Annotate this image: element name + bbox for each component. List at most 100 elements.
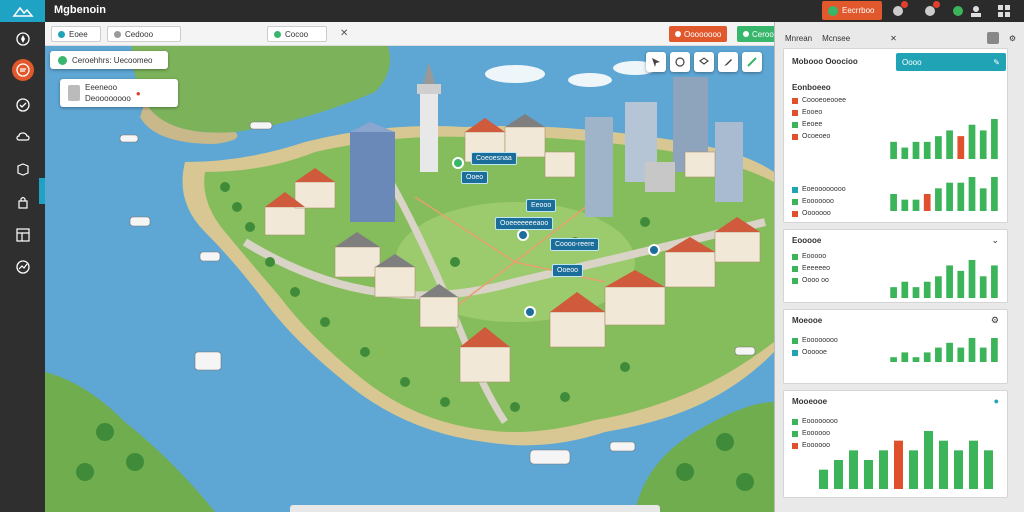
map-info-card-1[interactable]: Ceroehhrs: Uecoomeo xyxy=(50,51,168,69)
card-4-title: Mooeooe xyxy=(792,397,828,406)
map-marker[interactable] xyxy=(524,306,536,318)
sidebar-item-chat[interactable] xyxy=(0,55,45,85)
chart-bar xyxy=(901,199,909,211)
map-horizontal-scrollbar[interactable] xyxy=(290,505,660,512)
circle-icon xyxy=(675,31,681,37)
avatar[interactable] xyxy=(986,32,999,44)
map-info-card-2[interactable]: Eeeneoo Deoooooooo ● xyxy=(60,79,178,107)
check-icon xyxy=(15,98,30,112)
toolbar-field-3[interactable]: Cocoo xyxy=(267,26,327,42)
chart-bar xyxy=(819,469,828,489)
map-pin-label-1[interactable]: Coeoesnaa xyxy=(471,152,517,165)
chart-bar xyxy=(901,352,909,362)
top-action-label: Eecrrboo xyxy=(842,6,875,15)
card-2-legend: Eooooo Eeeeeeo Oooo oo xyxy=(792,252,830,285)
chart-bar xyxy=(909,450,918,489)
map-info-card-2-line2: Deoooooooo xyxy=(85,94,131,103)
card-1-legend: Coooeoeooee Eooeo Eeoee Ocoeoeo xyxy=(792,96,846,141)
sidebar-item-tasks[interactable] xyxy=(0,90,45,120)
map-pin-label-6[interactable]: Ooeoo xyxy=(552,264,584,277)
cloud-icon xyxy=(15,132,30,141)
toolbar-button-orange[interactable]: Oooooooo xyxy=(669,26,728,42)
settings-icon[interactable]: ⚙ xyxy=(991,315,999,326)
notifications-icon[interactable] xyxy=(890,1,908,19)
pointer-icon xyxy=(652,58,660,67)
chart-bar xyxy=(957,270,965,298)
toolbar-field-1-label: Eoee xyxy=(69,29,88,39)
legend-item: Eeeeeeo xyxy=(802,265,831,272)
rotate-icon xyxy=(675,57,685,67)
chart-bar xyxy=(935,276,942,298)
map-tool-select[interactable] xyxy=(646,52,666,72)
close-icon[interactable]: ✕ xyxy=(890,34,897,43)
top-action-button[interactable]: Eecrrboo xyxy=(822,1,882,20)
settings-icon[interactable]: ⚙ xyxy=(1009,34,1016,43)
chart-bar xyxy=(890,194,897,211)
bar-chart-3 xyxy=(890,260,998,298)
chart-bar xyxy=(912,199,920,211)
chart-bar xyxy=(946,182,953,211)
chart-bar xyxy=(968,260,976,298)
row-label: Eoooooooo xyxy=(802,418,838,425)
chart-bar xyxy=(969,440,978,489)
card-1-title: Eonboeeo xyxy=(792,83,831,92)
user-icon[interactable] xyxy=(968,3,984,19)
chart-bar xyxy=(979,130,987,159)
close-icon[interactable]: ✕ xyxy=(340,28,348,39)
sidebar-item-analytics[interactable] xyxy=(0,252,45,282)
map-pin-label-5[interactable]: Coooo-reere xyxy=(550,238,600,251)
map-info-card-2-line1: Eeeneoo xyxy=(85,83,118,92)
map-info-card-1-label: Ceroehhrs: Uecoomeo xyxy=(72,55,153,65)
primary-action-label: Oooo xyxy=(902,57,922,67)
chart-bar xyxy=(968,177,976,211)
expand-icon[interactable]: ⌄ xyxy=(991,235,999,246)
chart-bar xyxy=(890,357,897,362)
map-tool-layers[interactable] xyxy=(694,52,714,72)
map-marker[interactable] xyxy=(452,157,464,169)
map-tools xyxy=(646,52,762,72)
map-pin-label-3[interactable]: Eeooo xyxy=(526,199,557,212)
lock-icon xyxy=(17,196,28,209)
status-icon[interactable] xyxy=(950,3,966,19)
chart-bar xyxy=(935,188,942,211)
analytics-card-1: Mobooo Ooocioo Eonboeeo Coooeoeooee Eooe… xyxy=(783,48,1008,223)
toolbar-field-2[interactable]: Cedooo xyxy=(107,26,181,42)
legend-item: Eooooooo xyxy=(802,198,834,205)
messages-icon[interactable] xyxy=(922,1,940,19)
map-tool-draw[interactable] xyxy=(718,52,738,72)
chart-bar xyxy=(991,177,998,211)
map-marker[interactable] xyxy=(648,244,660,256)
chart-bar xyxy=(957,182,965,211)
toolbar-button-orange-label: Oooooooo xyxy=(684,29,722,39)
chart-bar xyxy=(923,281,931,298)
tab-a[interactable]: Mnrean xyxy=(785,34,812,43)
sidebar-item-home[interactable] xyxy=(0,24,45,54)
chart-bar xyxy=(984,450,993,489)
map-pin-label-2[interactable]: Ooeo xyxy=(461,171,489,184)
row-label: Oooooe xyxy=(802,349,827,356)
app-logo[interactable] xyxy=(0,0,45,22)
toolbar-field-3-label: Cocoo xyxy=(285,29,309,39)
status-icon xyxy=(58,55,67,65)
chat-icon xyxy=(15,63,30,77)
info-icon[interactable]: ● xyxy=(994,396,999,406)
toolbar-field-2-label: Cedooo xyxy=(125,29,154,39)
tab-b[interactable]: Mcnsee xyxy=(822,34,850,43)
pencil-icon xyxy=(724,59,732,66)
map-tool-rotate[interactable] xyxy=(670,52,690,72)
layer-icon xyxy=(274,30,281,38)
sidebar-item-lock[interactable] xyxy=(0,187,45,217)
section-title: Mobooo Ooocioo xyxy=(792,57,858,66)
grid-menu-icon[interactable] xyxy=(996,3,1012,19)
map-marker[interactable] xyxy=(517,229,529,241)
chart-bar xyxy=(924,431,933,489)
sidebar-item-layout[interactable] xyxy=(0,220,45,250)
bar-chart-4 xyxy=(890,338,998,362)
primary-action-button[interactable]: Oooo ✎ xyxy=(896,53,1006,71)
chart-bar xyxy=(935,136,942,159)
map-tool-paint[interactable] xyxy=(742,52,762,72)
package-icon xyxy=(16,163,29,176)
sidebar-item-cloud[interactable] xyxy=(0,122,45,152)
toolbar-field-1[interactable]: Eoee xyxy=(51,26,101,42)
map-pin-label-4[interactable]: Ooeeeeeeeaoo xyxy=(495,217,554,230)
